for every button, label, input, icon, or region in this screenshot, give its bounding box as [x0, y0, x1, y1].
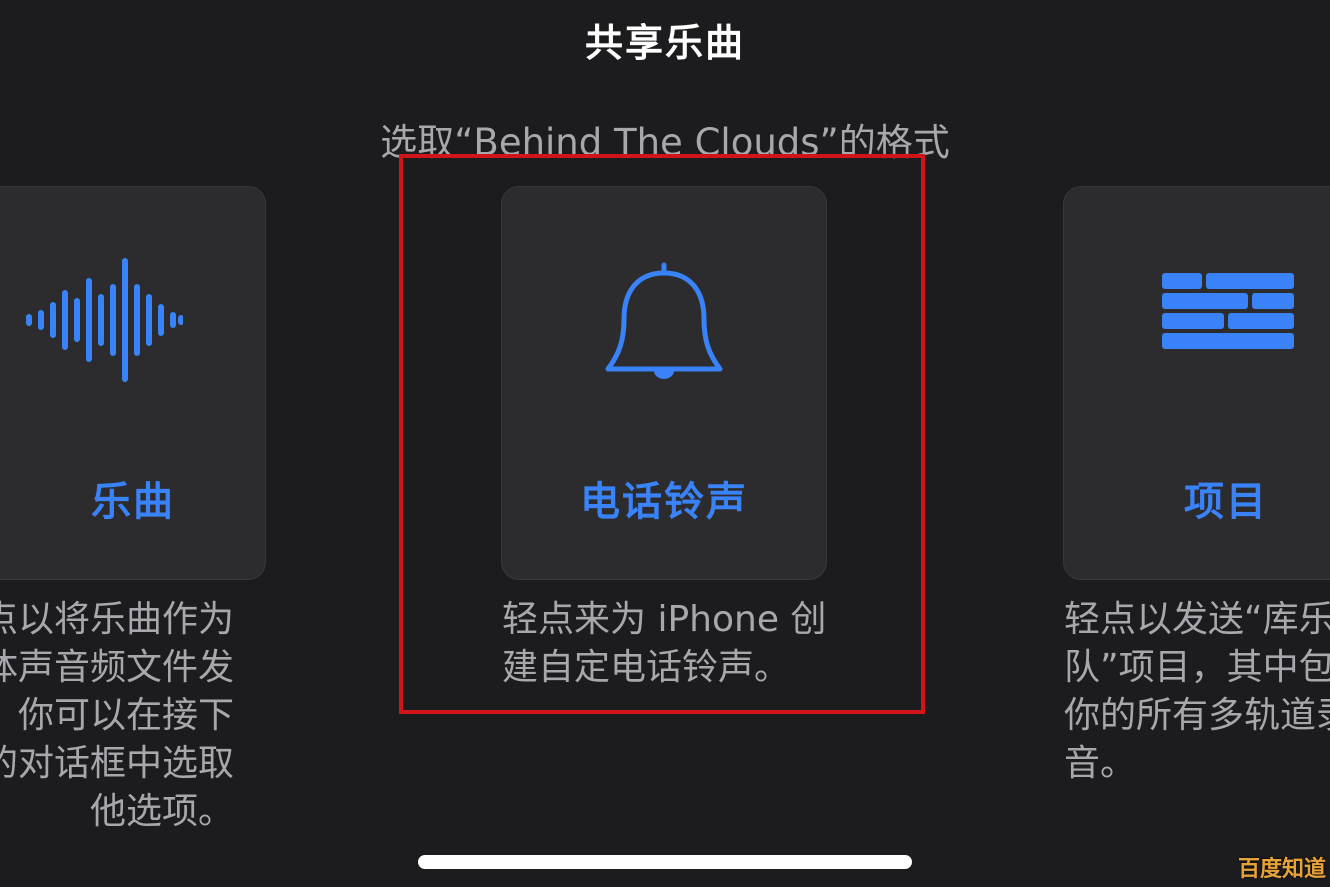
song-option-description: 点以将乐曲作为 体声音频文件发 。你可以在接下 的对话框中选取 他选项。: [0, 599, 234, 832]
bricks-icon: [1064, 257, 1330, 357]
selection-highlight-box: [399, 154, 925, 714]
share-song-title: 共享乐曲: [584, 21, 745, 65]
project-option-card[interactable]: 项目: [1063, 186, 1330, 580]
song-option-label: 乐曲: [91, 479, 175, 525]
home-indicator[interactable]: [418, 855, 912, 869]
project-option-description: 轻点以发送“库乐 队”项目，其中包 你的所有多轨道录 音。: [1064, 599, 1330, 784]
waveform-icon: [0, 257, 265, 383]
song-option-card[interactable]: 乐曲: [0, 186, 266, 580]
project-option-label: 项目: [1184, 479, 1268, 525]
watermark-logo: 百度知道: [1237, 857, 1326, 882]
